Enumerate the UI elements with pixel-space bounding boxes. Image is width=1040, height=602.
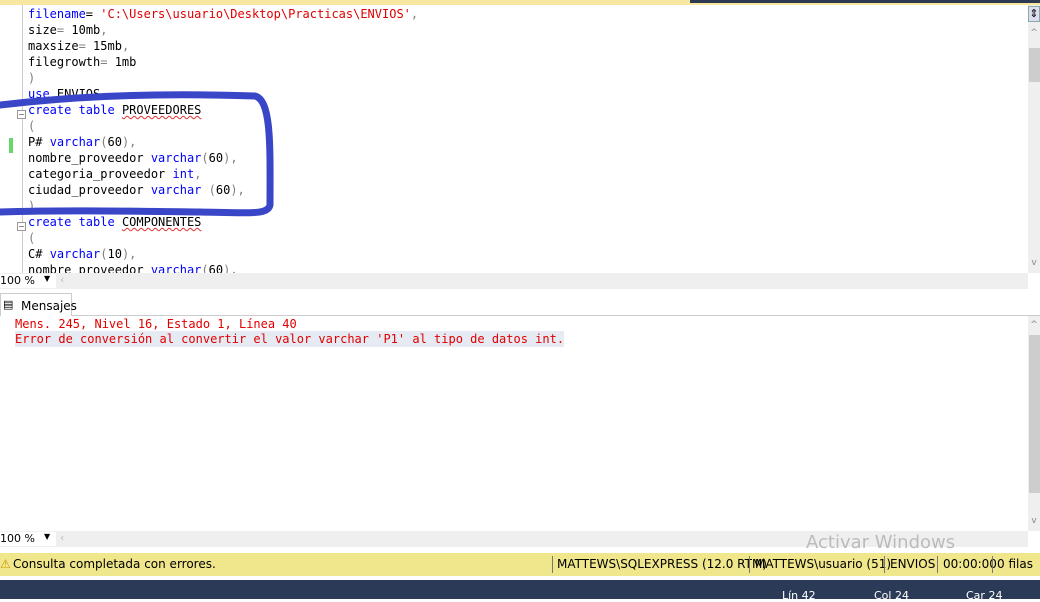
messages-pane[interactable]: Mens. 245, Nivel 16, Estado 1, Línea 40 …	[0, 316, 1025, 531]
query-editor[interactable]: − − filename= 'C:\Users\usuario\Desktop\…	[0, 5, 1028, 273]
messages-icon: ▤	[3, 298, 14, 311]
error-header: Mens. 245, Nivel 16, Estado 1, Línea 40	[15, 317, 297, 331]
scroll-left-icon[interactable]: ‹	[60, 531, 64, 544]
tab-mensajes[interactable]: ▤ Mensajes	[0, 293, 77, 316]
code-text: filename= 'C:\Users\usuario\Desktop\Prac…	[28, 7, 419, 273]
status-bar: ⚠ Consulta completada con errores. MATTE…	[0, 553, 1040, 576]
chevron-down-icon[interactable]: ▼	[44, 532, 50, 541]
tab-label: Mensajes	[21, 299, 77, 313]
activation-watermark: Activar Windows	[806, 532, 956, 553]
scroll-up-icon[interactable]: ^	[1028, 320, 1040, 330]
scroll-up-icon[interactable]: ^	[1028, 28, 1040, 38]
collapse-icon[interactable]: −	[17, 110, 26, 119]
results-tabs: ▤ Mensajes	[0, 290, 1040, 316]
editor-scrollbar[interactable]	[1028, 5, 1040, 273]
status-rows: 0 filas	[997, 557, 1033, 571]
status-server: MATTEWS\SQLEXPRESS (12.0 RTM)	[557, 557, 767, 571]
split-icon[interactable]: ⇕	[1028, 6, 1040, 22]
editor-zoom-bar: 100 % ▼ ‹	[0, 273, 1028, 289]
error-message: Error de conversión al convertir el valo…	[15, 331, 565, 347]
scroll-thumb[interactable]	[1029, 48, 1040, 82]
warning-icon: ⚠	[0, 557, 11, 571]
scroll-down-icon[interactable]: v	[1028, 516, 1040, 526]
scroll-left-icon[interactable]: ‹	[60, 273, 64, 286]
scroll-down-icon[interactable]: v	[1028, 258, 1040, 268]
status-time: 00:00:00	[943, 557, 997, 571]
changed-line-marker	[9, 138, 13, 153]
cursor-char: Car 24	[966, 589, 1003, 602]
status-text: Consulta completada con errores.	[13, 557, 216, 571]
chevron-down-icon[interactable]: ▼	[44, 274, 50, 283]
cursor-col: Col 24	[874, 589, 909, 602]
scroll-thumb[interactable]	[1029, 335, 1040, 493]
cursor-line: Lín 42	[782, 589, 816, 602]
ide-status-bar: Lín 42 Col 24 Car 24	[0, 580, 1040, 602]
collapse-icon[interactable]: −	[17, 222, 26, 231]
code-line: 'C:\Users\usuario\Desktop\Practicas\ENVI…	[100, 7, 411, 21]
status-user: MATTEWS\usuario (51)	[755, 557, 892, 571]
code-line: filename	[28, 7, 86, 21]
status-database: ENVIOS	[890, 557, 936, 571]
